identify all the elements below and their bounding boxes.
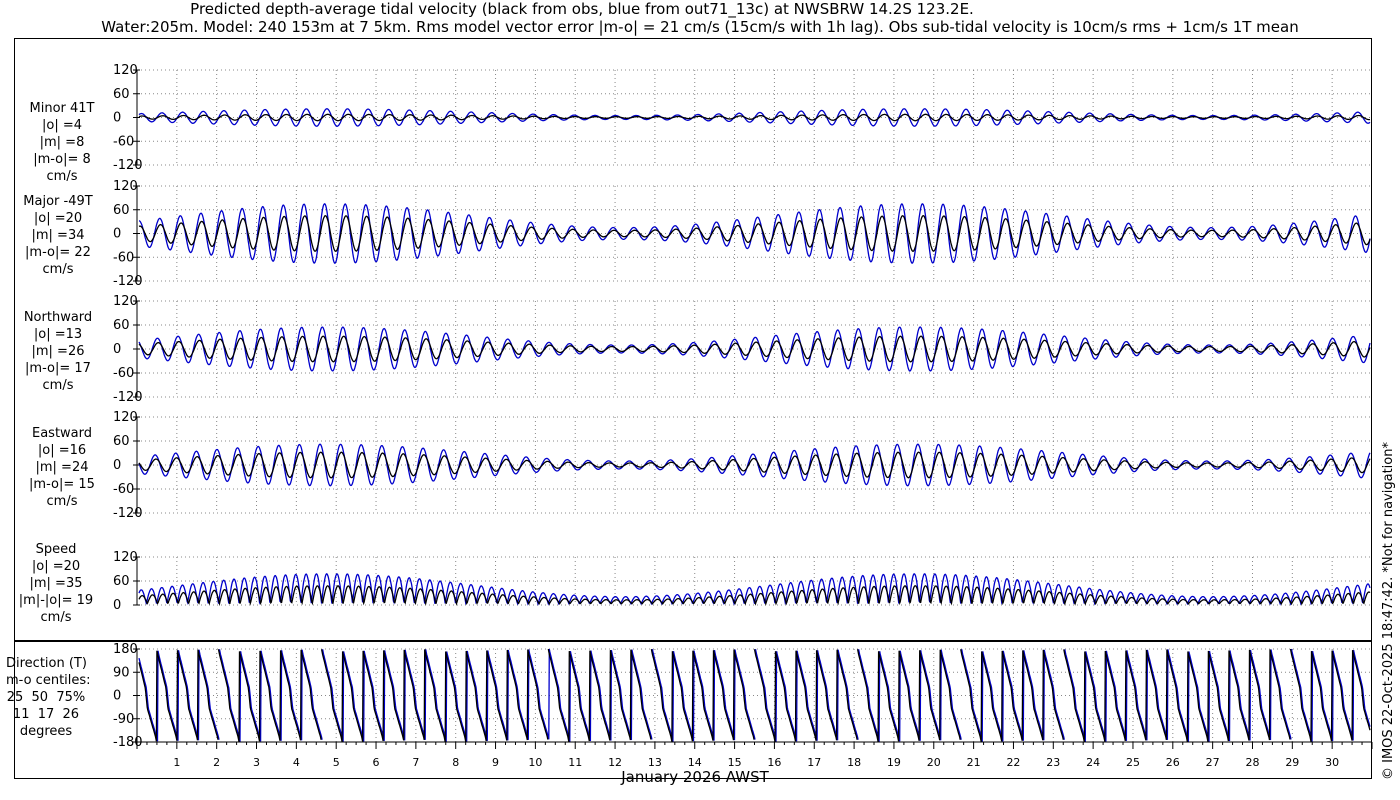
x-tick-label: 30 — [1325, 756, 1339, 769]
y-tick-label: 60 — [113, 203, 130, 218]
y-tick-label: 120 — [113, 179, 138, 194]
y-tick-label: -120 — [113, 506, 143, 521]
y-tick-label: 180 — [113, 642, 138, 657]
x-tick-label: 20 — [927, 756, 941, 769]
y-tick-label: -120 — [113, 390, 143, 405]
y-tick-label: -120 — [113, 158, 143, 173]
x-tick-label: 29 — [1285, 756, 1299, 769]
y-tick-label: 0 — [113, 598, 121, 613]
obs-series-line — [138, 215, 1371, 253]
x-tick-label: 6 — [373, 756, 380, 769]
x-tick-label: 25 — [1126, 756, 1140, 769]
y-tick-label: -60 — [113, 134, 134, 149]
y-tick-label: 90 — [113, 665, 130, 680]
y-tick-label: -60 — [113, 250, 134, 265]
y-tick-label: 120 — [113, 294, 138, 309]
x-tick-label: 18 — [847, 756, 861, 769]
y-tick-label: -90 — [113, 712, 134, 727]
x-tick-label: 21 — [967, 756, 981, 769]
y-tick-label: 0 — [113, 342, 121, 357]
plot-area: -120-60060120-120-60060120-120-60060120-… — [113, 63, 1373, 769]
y-tick-label: 120 — [113, 410, 138, 425]
y-tick-label: -60 — [113, 366, 134, 381]
y-tick-label: -120 — [113, 274, 143, 289]
x-tick-label: 4 — [293, 756, 300, 769]
x-tick-label: 10 — [528, 756, 542, 769]
y-tick-label: 0 — [113, 458, 121, 473]
x-tick-label: 5 — [333, 756, 340, 769]
y-tick-label: 120 — [113, 550, 138, 565]
x-tick-label: 27 — [1206, 756, 1220, 769]
y-tick-label: 60 — [113, 434, 130, 449]
y-tick-label: 0 — [113, 689, 121, 704]
x-axis-label: January 2026 AWST — [621, 768, 769, 786]
x-tick-label: 26 — [1166, 756, 1180, 769]
y-tick-label: -60 — [113, 482, 134, 497]
x-tick-label: 23 — [1046, 756, 1060, 769]
y-tick-label: 60 — [113, 574, 130, 589]
x-tick-label: 3 — [253, 756, 260, 769]
x-tick-label: 1 — [173, 756, 180, 769]
x-tick-label: 2 — [213, 756, 220, 769]
x-tick-label: 28 — [1245, 756, 1259, 769]
x-tick-label: 9 — [492, 756, 499, 769]
copyright-notice: © IMOS 22-Oct-2025 18:47:42. *Not for na… — [1381, 442, 1396, 780]
x-tick-label: 7 — [412, 756, 419, 769]
y-tick-label: 60 — [113, 318, 130, 333]
x-tick-label: 19 — [887, 756, 901, 769]
x-tick-label: 8 — [452, 756, 459, 769]
y-tick-label: 0 — [113, 227, 121, 242]
y-tick-label: 60 — [113, 87, 130, 102]
x-tick-label: 24 — [1086, 756, 1100, 769]
y-tick-label: 0 — [113, 111, 121, 126]
y-tick-label: 120 — [113, 63, 138, 78]
x-tick-label: 22 — [1006, 756, 1020, 769]
